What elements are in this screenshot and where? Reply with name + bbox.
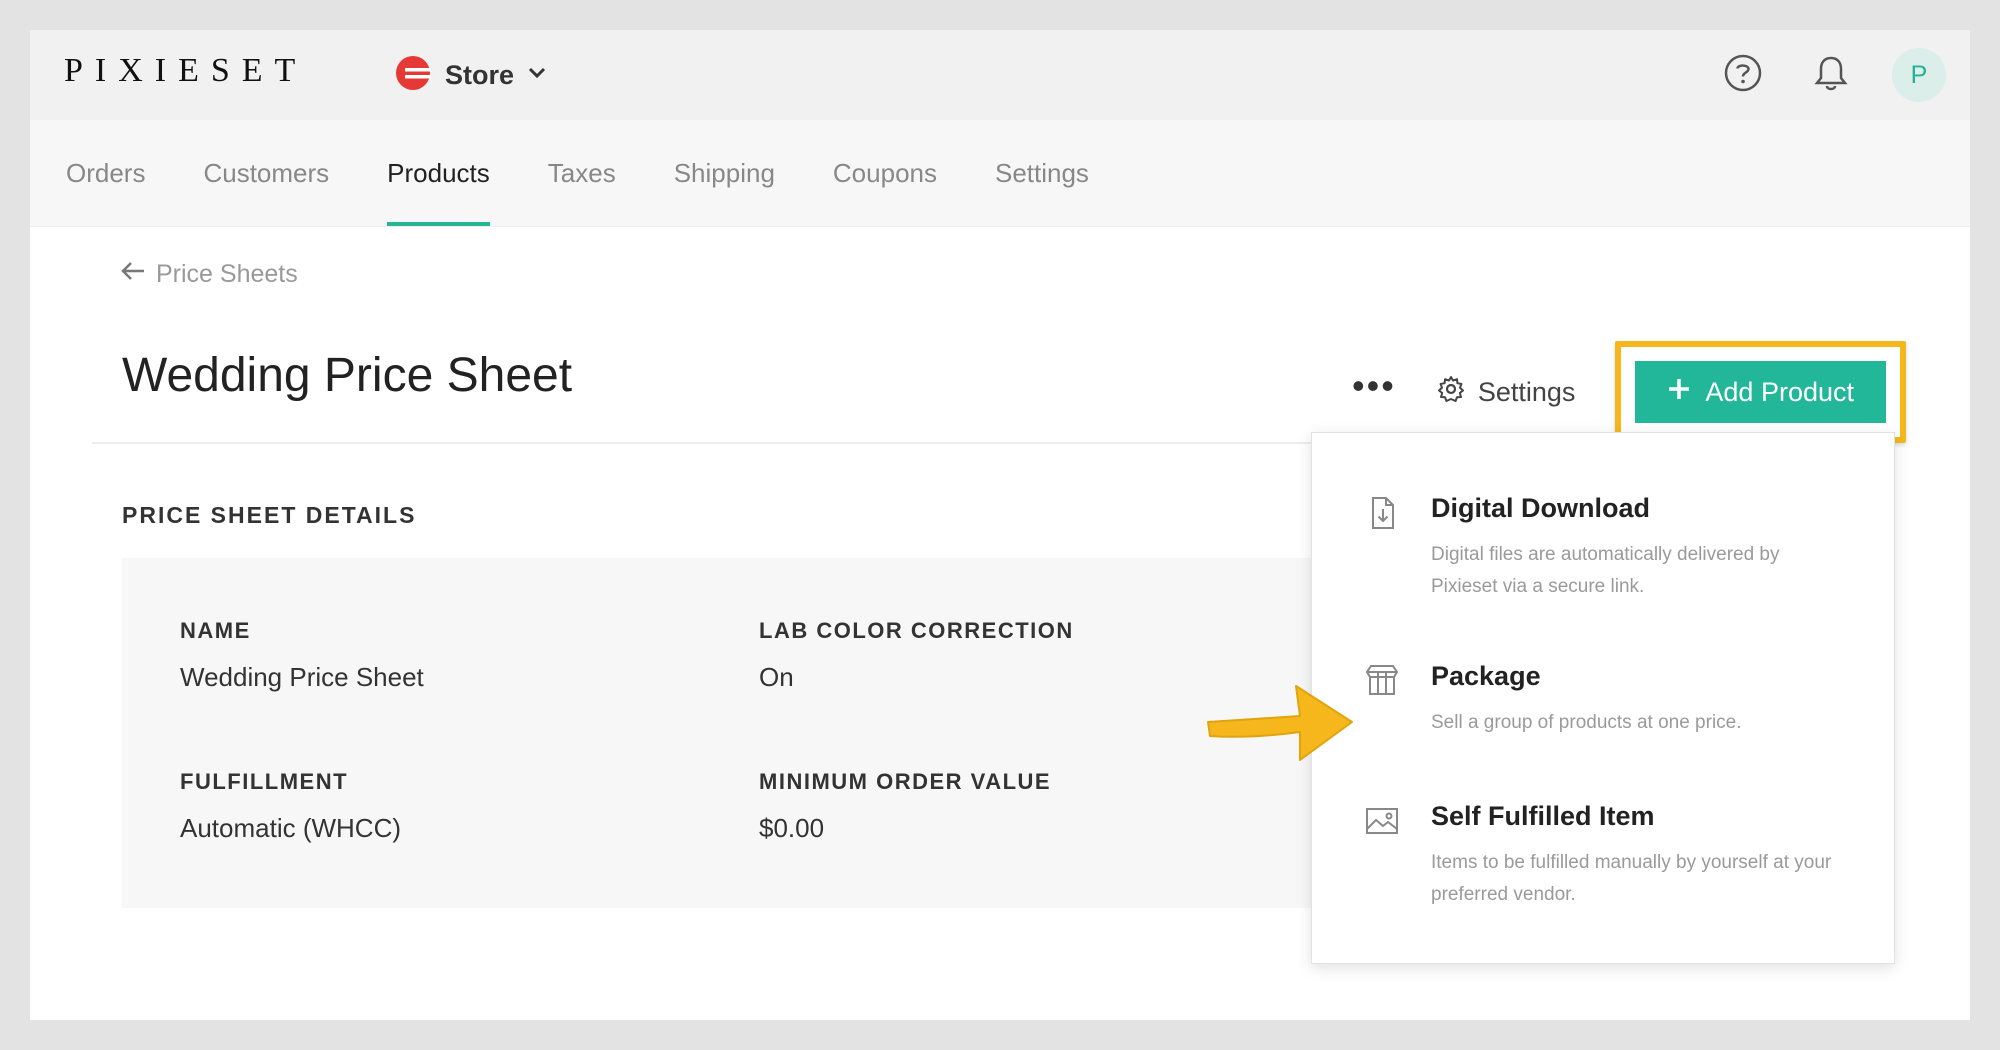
annotation-arrow-icon <box>1200 670 1360 775</box>
add-product-highlight: Add Product <box>1615 341 1906 443</box>
add-product-label: Add Product <box>1705 376 1854 407</box>
page-actions: ••• Settings Add Product <box>1352 341 1906 443</box>
breadcrumb-label: Price Sheets <box>156 260 298 288</box>
bell-icon <box>1812 53 1850 98</box>
tab-taxes[interactable]: Taxes <box>519 120 645 226</box>
field-label: LAB COLOR CORRECTION <box>759 618 1074 643</box>
breadcrumb-back-link[interactable]: Price Sheets <box>120 260 298 289</box>
field-minimum-order-value: MINIMUM ORDER VALUE $0.00 <box>759 769 1051 844</box>
menu-item-title: Digital Download <box>1431 493 1650 523</box>
chevron-down-icon <box>528 66 546 84</box>
plus-icon <box>1667 377 1691 408</box>
add-product-button[interactable]: Add Product <box>1635 361 1886 423</box>
field-label: FULFILLMENT <box>180 769 349 794</box>
field-value: $0.00 <box>759 813 825 843</box>
menu-item-self-fulfilled[interactable]: Self Fulfilled Item Items to be fulfille… <box>1312 801 1894 921</box>
field-value: Wedding Price Sheet <box>180 662 424 692</box>
section-title: PRICE SHEET DETAILS <box>122 502 417 528</box>
image-icon <box>1362 801 1402 841</box>
header-actions: P <box>1716 48 1946 102</box>
tab-orders[interactable]: Orders <box>66 120 174 226</box>
top-bar: PIXIESET Store P <box>30 30 1970 120</box>
menu-item-description: Sell a group of products at one price. <box>1431 712 1742 733</box>
header-divider <box>92 442 1332 444</box>
field-name: NAME Wedding Price Sheet <box>180 618 424 693</box>
tab-shipping[interactable]: Shipping <box>645 120 804 226</box>
app-window: PIXIESET Store P Orders Customers Produc… <box>30 30 1970 1020</box>
package-box-icon <box>1362 661 1402 701</box>
tab-customers[interactable]: Customers <box>174 120 358 226</box>
add-product-menu: Digital Download Digital files are autom… <box>1311 432 1895 964</box>
menu-item-package[interactable]: Package Sell a group of products at one … <box>1312 661 1894 751</box>
help-icon <box>1723 53 1763 98</box>
menu-item-title: Package <box>1431 661 1541 691</box>
main-nav: Orders Customers Products Taxes Shipping… <box>30 120 1970 227</box>
gear-icon <box>1436 374 1466 411</box>
more-options-button[interactable]: ••• <box>1352 368 1396 416</box>
store-brand-icon <box>395 55 431 96</box>
notifications-button[interactable] <box>1804 48 1858 102</box>
settings-label: Settings <box>1477 376 1576 407</box>
file-download-icon <box>1362 493 1402 533</box>
details-panel: NAME Wedding Price Sheet LAB COLOR CORRE… <box>122 558 1362 908</box>
help-button[interactable] <box>1716 48 1770 102</box>
field-value: Automatic (WHCC) <box>180 813 402 843</box>
avatar[interactable]: P <box>1892 48 1946 102</box>
menu-item-digital-download[interactable]: Digital Download Digital files are autom… <box>1312 493 1894 613</box>
tab-coupons[interactable]: Coupons <box>804 120 966 226</box>
arrow-left-icon <box>120 260 146 289</box>
tab-settings[interactable]: Settings <box>966 120 1118 226</box>
tab-products[interactable]: Products <box>358 120 519 226</box>
store-label: Store <box>445 59 515 90</box>
pixieset-logo[interactable]: PIXIESET <box>64 52 307 90</box>
store-switcher[interactable]: Store <box>395 50 546 100</box>
menu-item-description: Items to be fulfilled manually by yourse… <box>1431 852 1832 905</box>
field-value: On <box>759 662 794 692</box>
field-fulfillment: FULFILLMENT Automatic (WHCC) <box>180 769 401 844</box>
field-lab-color-correction: LAB COLOR CORRECTION On <box>759 618 1074 693</box>
field-label: MINIMUM ORDER VALUE <box>759 769 1052 794</box>
menu-item-title: Self Fulfilled Item <box>1431 801 1655 831</box>
menu-item-description: Digital files are automatically delivere… <box>1431 544 1780 597</box>
field-label: NAME <box>180 618 251 643</box>
sheet-settings-button[interactable]: Settings <box>1436 374 1576 411</box>
page-title: Wedding Price Sheet <box>122 349 573 402</box>
